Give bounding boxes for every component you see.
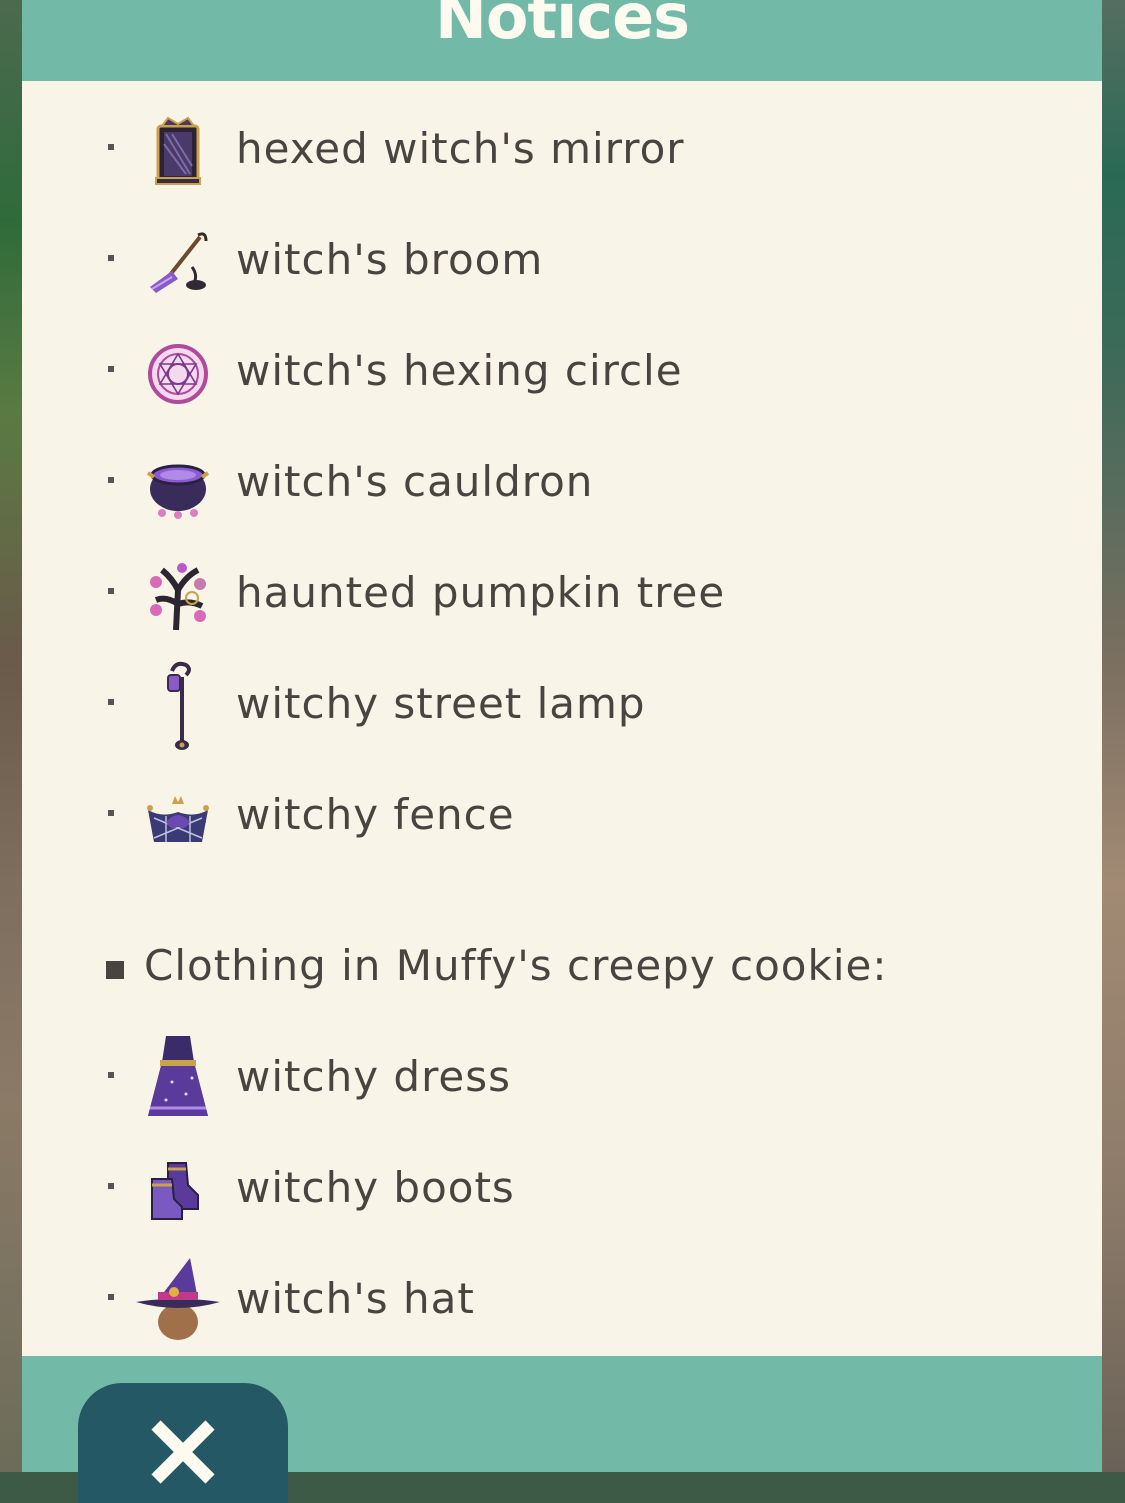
close-button[interactable] — [78, 1383, 288, 1503]
bullet — [108, 255, 114, 261]
item-label: witchy boots — [236, 1163, 515, 1212]
item-label: witch's broom — [236, 235, 544, 284]
item-label: witch's hexing circle — [236, 346, 683, 395]
section-heading: Clothing in Muffy's creepy cookie: — [144, 941, 888, 990]
bullet — [108, 477, 114, 483]
bullet — [108, 366, 114, 372]
item-label: hexed witch's mirror — [236, 124, 685, 173]
cauldron-icon — [146, 464, 210, 519]
bullet — [108, 810, 114, 816]
game-background-right — [1102, 0, 1125, 1472]
list-item: hexed witch's mirror — [22, 98, 1102, 198]
bullet — [108, 1072, 114, 1078]
list-item: witch's hat — [22, 1248, 1102, 1348]
list-item: witch's cauldron — [22, 431, 1102, 531]
notices-footer — [22, 1356, 1102, 1503]
notice-content[interactable]: hexed witch's mirror witch's broom witch… — [22, 81, 1102, 1356]
item-label: haunted pumpkin tree — [236, 568, 726, 617]
pumpkin-tree-icon — [150, 563, 206, 631]
hat-icon — [136, 1258, 220, 1340]
bullet — [108, 699, 114, 705]
list-item: witchy boots — [22, 1137, 1102, 1237]
broom-icon — [150, 232, 208, 293]
clothing-section-heading: Clothing in Muffy's creepy cookie: — [22, 941, 1102, 991]
bullet — [108, 588, 114, 594]
notices-panel: Notices hexed witch's mirror witch's bro… — [22, 0, 1102, 1503]
close-icon — [151, 1420, 215, 1484]
list-item: witch's broom — [22, 209, 1102, 309]
item-label: witchy fence — [236, 790, 515, 839]
bullet — [108, 1294, 114, 1300]
item-label: witchy dress — [236, 1052, 512, 1101]
mirror-icon — [155, 116, 201, 185]
section-bullet — [106, 961, 124, 979]
page-title: Notices — [434, 0, 690, 53]
list-item: witchy fence — [22, 764, 1102, 864]
list-item: haunted pumpkin tree — [22, 542, 1102, 642]
bullet — [108, 1183, 114, 1189]
boots-icon — [151, 1162, 199, 1220]
game-background-left — [0, 0, 22, 1472]
list-item: witchy dress — [22, 1026, 1102, 1126]
bullet — [108, 144, 114, 150]
list-item: witch's hexing circle — [22, 320, 1102, 420]
list-item: witchy street lamp — [22, 653, 1102, 753]
hexing-circle-icon — [148, 344, 208, 404]
street-lamp-icon — [167, 661, 191, 750]
item-label: witch's cauldron — [236, 457, 594, 506]
item-label: witchy street lamp — [236, 679, 646, 728]
item-label: witch's hat — [236, 1274, 475, 1323]
fence-icon — [147, 796, 209, 842]
notices-header: Notices — [22, 0, 1102, 81]
dress-icon — [148, 1036, 208, 1116]
